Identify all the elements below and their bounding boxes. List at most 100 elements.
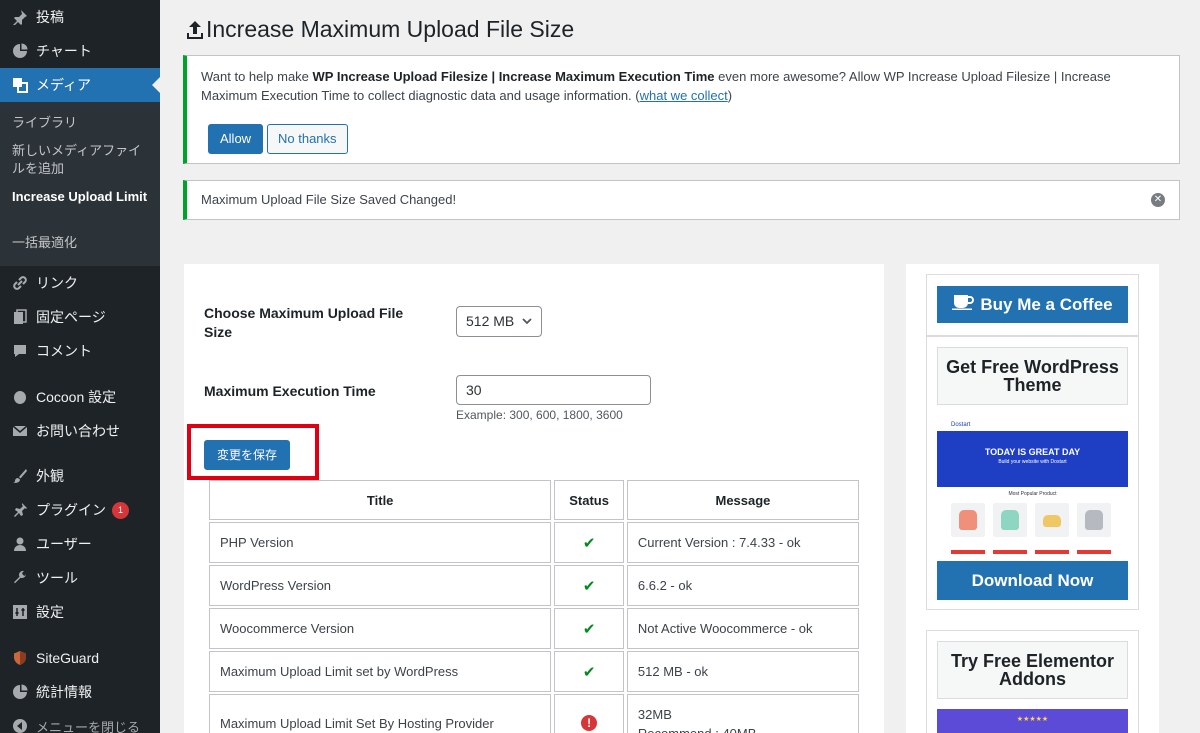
row-message: Current Version : 7.4.33 - ok	[626, 522, 859, 563]
table-row: Maximum Upload Limit set by WordPress ✔ …	[209, 651, 859, 692]
sidebar-item-users[interactable]: ユーザー	[0, 527, 160, 561]
plugin-icon	[10, 500, 30, 520]
sidebar-item-posts[interactable]: 投稿	[0, 0, 160, 34]
check-icon: ✔	[582, 577, 596, 595]
product-thumb	[1035, 503, 1069, 537]
table-row: WordPress Version ✔ 6.6.2 - ok	[209, 565, 859, 606]
error-icon: !	[581, 715, 598, 731]
plugin-name: WP Increase Upload Filesize | Increase M…	[312, 69, 715, 84]
submenu-item-increase-upload-limit[interactable]: Increase Upload Limit	[12, 188, 152, 206]
pie-chart-icon	[10, 41, 30, 61]
exec-time-hint: Example: 300, 600, 1800, 3600	[456, 408, 623, 422]
page-title: Increase Maximum Upload File Size	[186, 16, 574, 43]
saved-notice: Maximum Upload File Size Saved Changed! …	[183, 180, 1180, 220]
buy-me-a-coffee-button[interactable]: Buy Me a Coffee	[937, 286, 1128, 323]
submenu-item-bulk-optimize[interactable]: 一括最適化	[12, 234, 152, 252]
cocoon-icon	[10, 387, 30, 407]
header-status: Status	[554, 480, 624, 520]
table-row: PHP Version ✔ Current Version : 7.4.33 -…	[209, 522, 859, 563]
upload-size-value: 512 MB	[466, 313, 515, 329]
theme-hero-title: TODAY IS GREAT DAY	[984, 447, 1081, 457]
promo-sidebar: Buy Me a Coffee Get Free WordPress Theme…	[906, 264, 1159, 733]
pin-icon	[10, 7, 30, 27]
brush-icon	[10, 466, 30, 486]
header-title: Title	[209, 480, 552, 520]
media-icon	[10, 75, 30, 95]
dismiss-notice-icon[interactable]: ✕	[1151, 193, 1165, 207]
check-icon: ✔	[582, 620, 596, 638]
upload-size-label: Choose Maximum Upload File Size	[204, 305, 404, 340]
theme-promo-box: Get Free WordPress Theme Dostart TODAY I…	[926, 336, 1139, 610]
elementor-promo-heading: Try Free Elementor Addons	[937, 641, 1128, 699]
sidebar-item-plugins[interactable]: プラグイン 1	[0, 493, 160, 527]
page-icon	[10, 307, 30, 327]
sidebar-item-tools[interactable]: ツール	[0, 561, 160, 595]
submenu-item-library[interactable]: ライブラリ	[12, 114, 152, 132]
exec-time-label: Maximum Execution Time	[204, 383, 376, 399]
check-icon: ✔	[582, 663, 596, 681]
admin-sidebar: 投稿 チャート メディア ライブラリ 新しいメディアファイルを追加 Increa…	[0, 0, 160, 733]
row-title: Maximum Upload Limit set by WordPress	[209, 651, 552, 692]
sidebar-item-comments[interactable]: コメント	[0, 334, 160, 368]
collapse-icon	[10, 716, 30, 733]
row-message: 512 MB - ok	[626, 651, 859, 692]
sidebar-item-contact[interactable]: お問い合わせ	[0, 414, 160, 448]
sidebar-item-chart[interactable]: チャート	[0, 34, 160, 68]
comment-icon	[10, 341, 30, 361]
media-submenu: ライブラリ 新しいメディアファイルを追加 Increase Upload Lim…	[0, 102, 160, 266]
theme-popular-label: Most Popular Product	[1008, 491, 1057, 497]
sidebar-item-appearance[interactable]: 外観	[0, 459, 160, 493]
diagnostic-notice-text: Want to help make WP Increase Upload Fil…	[201, 69, 1111, 103]
diagnostic-opt-in-notice: Want to help make WP Increase Upload Fil…	[183, 55, 1180, 164]
sidebar-item-stats[interactable]: 統計情報	[0, 675, 160, 709]
plugin-update-badge: 1	[112, 501, 129, 519]
status-table-header: Title Status Message	[209, 480, 859, 520]
shield-icon	[10, 648, 30, 668]
mail-icon	[10, 421, 30, 441]
no-thanks-button[interactable]: No thanks	[267, 124, 348, 154]
rating-stars: ★★★★★	[1016, 716, 1049, 723]
download-now-button[interactable]: Download Now	[937, 561, 1128, 600]
coffee-box: Buy Me a Coffee	[926, 274, 1139, 336]
user-icon	[10, 534, 30, 554]
upload-size-select[interactable]: 512 MB	[456, 306, 542, 337]
exec-time-input[interactable]: 30	[456, 375, 651, 405]
theme-hero-subtitle: Build your website with Dostart	[998, 459, 1067, 465]
row-title: PHP Version	[209, 522, 552, 563]
link-icon	[10, 273, 30, 293]
sidebar-item-media[interactable]: メディア	[0, 68, 160, 102]
theme-preview-image[interactable]: Dostart TODAY IS GREAT DAY Build your we…	[937, 419, 1128, 559]
settings-panel: Choose Maximum Upload File Size 512 MB M…	[184, 264, 884, 733]
sidebar-item-siteguard[interactable]: SiteGuard	[0, 641, 160, 675]
status-table: Title Status Message PHP Version ✔ Curre…	[206, 478, 862, 733]
theme-promo-heading: Get Free WordPress Theme	[937, 347, 1128, 405]
row-message: 32MB Recommend : 40MB	[626, 694, 859, 733]
sidebar-collapse-menu[interactable]: メニューを閉じる	[0, 709, 160, 733]
row-title: WordPress Version	[209, 565, 552, 606]
table-row: Woocommerce Version ✔ Not Active Woocomm…	[209, 608, 859, 649]
saved-notice-text: Maximum Upload File Size Saved Changed!	[201, 192, 457, 207]
sidebar-item-settings[interactable]: 設定	[0, 595, 160, 629]
submenu-item-add-new[interactable]: 新しいメディアファイルを追加	[12, 142, 152, 178]
theme-brand: Dostart	[951, 422, 971, 428]
stats-icon	[10, 682, 30, 702]
product-thumb	[951, 503, 985, 537]
what-we-collect-link[interactable]: what we collect	[640, 88, 728, 103]
settings-icon	[10, 602, 30, 622]
coffee-cup-icon	[952, 294, 975, 315]
product-thumb	[993, 503, 1027, 537]
save-changes-button[interactable]: 変更を保存	[204, 440, 291, 470]
row-title: Woocommerce Version	[209, 608, 552, 649]
table-row: Maximum Upload Limit Set By Hosting Prov…	[209, 694, 859, 733]
sidebar-item-links[interactable]: リンク	[0, 266, 160, 300]
allow-button[interactable]: Allow	[208, 124, 264, 154]
row-message: 6.6.2 - ok	[626, 565, 859, 606]
row-message: Not Active Woocommerce - ok	[626, 608, 859, 649]
sidebar-item-cocoon[interactable]: Cocoon 設定	[0, 380, 160, 414]
elementor-preview-image[interactable]: ★★★★★	[937, 709, 1128, 733]
product-thumb	[1077, 503, 1111, 537]
sidebar-item-pages[interactable]: 固定ページ	[0, 300, 160, 334]
chevron-down-icon	[521, 307, 533, 347]
elementor-promo-box: Try Free Elementor Addons ★★★★★	[926, 630, 1139, 733]
wrench-icon	[10, 568, 30, 588]
